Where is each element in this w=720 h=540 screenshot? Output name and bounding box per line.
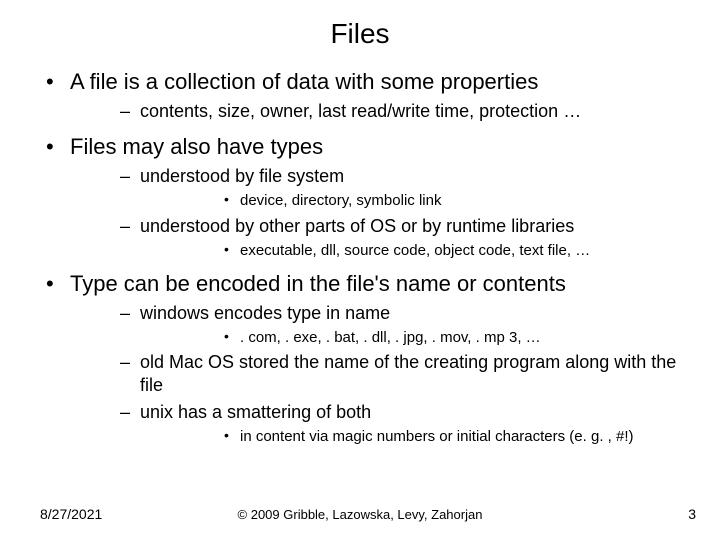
bullet-l3: executable, dll, source code, object cod… <box>140 241 690 260</box>
bullet-text: old Mac OS stored the name of the creati… <box>140 352 676 395</box>
footer-page-number: 3 <box>688 506 696 522</box>
slide: Files A file is a collection of data wit… <box>0 0 720 540</box>
bullet-l2: understood by file system device, direct… <box>70 165 690 210</box>
bullet-l2: unix has a smattering of both in content… <box>70 401 690 446</box>
bullet-text: understood by other parts of OS or by ru… <box>140 216 574 236</box>
bullet-text: unix has a smattering of both <box>140 402 371 422</box>
bullet-text: A file is a collection of data with some… <box>70 69 538 94</box>
bullet-text: windows encodes type in name <box>140 303 390 323</box>
bullet-text: contents, size, owner, last read/write t… <box>140 101 581 121</box>
bullet-text: executable, dll, source code, object cod… <box>240 242 590 259</box>
bullet-l2: understood by other parts of OS or by ru… <box>70 215 690 260</box>
bullet-text: understood by file system <box>140 166 344 186</box>
bullet-l1: Type can be encoded in the file's name o… <box>30 270 690 447</box>
bullet-text: Type can be encoded in the file's name o… <box>70 271 566 296</box>
bullet-list: A file is a collection of data with some… <box>30 68 690 446</box>
bullet-text: . com, . exe, . bat, . dll, . jpg, . mov… <box>240 329 541 346</box>
bullet-l3: . com, . exe, . bat, . dll, . jpg, . mov… <box>140 328 690 347</box>
bullet-text: device, directory, symbolic link <box>240 192 441 209</box>
bullet-l1: Files may also have types understood by … <box>30 133 690 260</box>
slide-body: A file is a collection of data with some… <box>0 68 720 446</box>
footer-copyright: © 2009 Gribble, Lazowska, Levy, Zahorjan <box>0 507 720 522</box>
slide-title: Files <box>0 0 720 58</box>
bullet-l1: A file is a collection of data with some… <box>30 68 690 123</box>
bullet-text: in content via magic numbers or initial … <box>240 428 634 445</box>
bullet-text: Files may also have types <box>70 134 323 159</box>
slide-footer: 8/27/2021 © 2009 Gribble, Lazowska, Levy… <box>0 500 720 522</box>
bullet-l2: old Mac OS stored the name of the creati… <box>70 351 690 397</box>
bullet-l3: device, directory, symbolic link <box>140 191 690 210</box>
bullet-l2: windows encodes type in name . com, . ex… <box>70 302 690 347</box>
bullet-l3: in content via magic numbers or initial … <box>140 427 690 446</box>
bullet-l2: contents, size, owner, last read/write t… <box>70 100 690 123</box>
